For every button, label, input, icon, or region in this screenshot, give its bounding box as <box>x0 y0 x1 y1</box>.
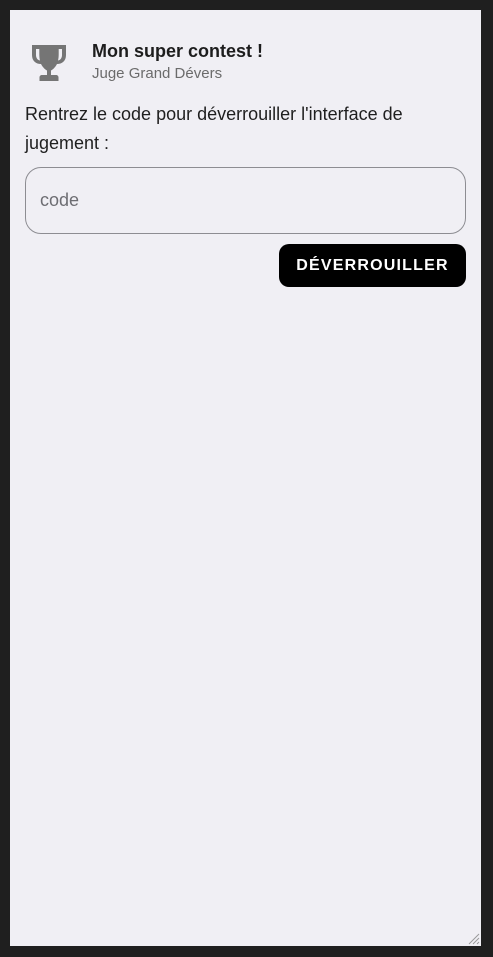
header-titles: Mon super contest ! Juge Grand Dévers <box>92 39 263 84</box>
trophy-icon <box>32 45 66 81</box>
contest-header: Mon super contest ! Juge Grand Dévers <box>26 39 263 87</box>
resize-grip-icon[interactable] <box>467 932 480 945</box>
unlock-button[interactable]: DÉVERROUILLER <box>279 244 466 287</box>
contest-title: Mon super contest ! <box>92 41 264 61</box>
unlock-instructions: Rentrez le code pour déverrouiller l'int… <box>25 104 403 153</box>
code-input[interactable] <box>25 167 466 234</box>
judge-name: Juge Grand Dévers <box>92 65 223 82</box>
app-window: Mon super contest ! Juge Grand Dévers Re… <box>10 10 481 946</box>
